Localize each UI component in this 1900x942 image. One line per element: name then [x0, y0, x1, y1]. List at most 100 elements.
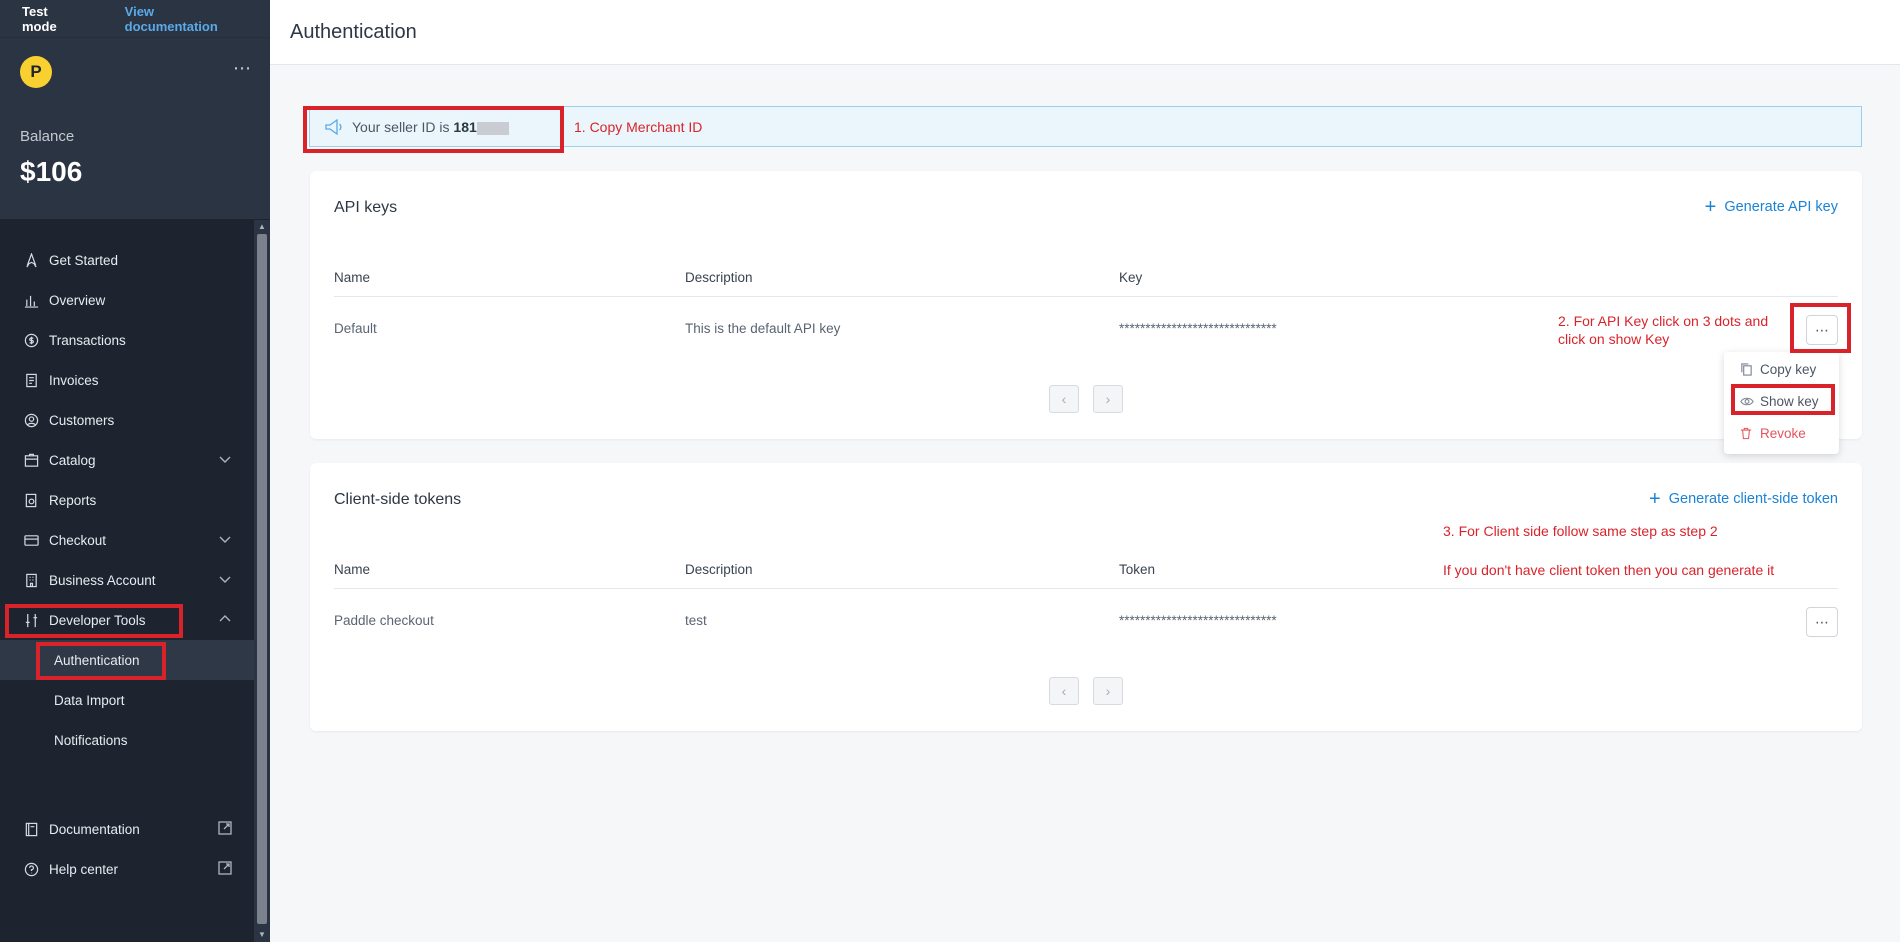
card-icon: [22, 531, 40, 549]
sidebar-item-label: Reports: [49, 492, 97, 508]
sidebar-item-overview[interactable]: Overview: [0, 280, 254, 320]
bar-chart-icon: [22, 291, 40, 309]
sidebar-item-label: Business Account: [49, 572, 156, 588]
menu-item-label: Copy key: [1760, 362, 1817, 377]
sidebar-item-checkout[interactable]: Checkout: [0, 520, 254, 560]
generate-api-key-button[interactable]: + Generate API key: [1705, 197, 1838, 217]
sidebar-item-label: Catalog: [49, 452, 96, 468]
sidebar-item-label: Documentation: [49, 821, 140, 837]
client-tokens-title: Client-side tokens: [334, 491, 462, 508]
client-token-actions-button[interactable]: ⋯: [1806, 607, 1838, 637]
rocket-icon: [22, 251, 40, 269]
annotation-step2-line1: 2. For API Key click on 3 dots and: [1558, 313, 1769, 329]
next-page-button[interactable]: ›: [1093, 385, 1123, 413]
column-header-key: Key: [1119, 270, 1143, 285]
annotation-box-dots: [1790, 303, 1851, 353]
annotation-box-show-key: [1731, 384, 1835, 415]
column-header-description: Description: [685, 562, 753, 577]
balance-label: Balance: [20, 128, 75, 145]
annotation-step3-note: If you don't have client token then you …: [1443, 562, 1775, 578]
column-header-name: Name: [334, 562, 371, 577]
client-token-description: test: [685, 613, 707, 628]
scroll-down-arrow[interactable]: ▼: [257, 930, 267, 940]
external-link-icon: [218, 861, 232, 878]
sidebar-item-catalog[interactable]: Catalog: [0, 440, 254, 480]
table-divider: [334, 588, 1838, 589]
chevron-up-icon: [218, 612, 232, 629]
chevron-down-icon: [218, 572, 232, 589]
sidebar-item-reports[interactable]: Reports: [0, 480, 254, 520]
annotation-box-seller-id: [303, 106, 564, 153]
scroll-up-arrow[interactable]: ▲: [257, 222, 267, 232]
test-mode-label: Test mode: [22, 3, 57, 34]
sidebar-bottom-nav: Documentation Help center: [0, 809, 254, 889]
prev-page-button[interactable]: ‹: [1049, 677, 1079, 705]
plus-icon: +: [1649, 488, 1661, 510]
sidebar-item-label: Data Import: [54, 692, 125, 708]
help-icon: [22, 860, 40, 878]
invoice-icon: [22, 371, 40, 389]
sidebar-item-label: Overview: [49, 292, 106, 308]
sidebar-scrollbar[interactable]: ▲ ▼: [254, 220, 270, 942]
annotation-box-developer-tools: [5, 604, 183, 638]
api-keys-title: API keys: [334, 199, 398, 216]
menu-item-copy-key[interactable]: Copy key: [1740, 362, 1816, 377]
trash-icon: [1740, 427, 1754, 440]
api-keys-card: API keys + Generate API key Name Descrip…: [310, 171, 1862, 439]
external-link-icon: [218, 821, 232, 838]
client-token-name: Paddle checkout: [334, 613, 434, 628]
prev-page-button[interactable]: ‹: [1049, 385, 1079, 413]
sidebar-topbar: Test mode View documentation: [0, 0, 270, 37]
sidebar-item-label: Notifications: [54, 732, 128, 748]
sidebar-subitem-notifications[interactable]: Notifications: [0, 720, 254, 760]
sidebar: Test mode View documentation P ⋯ Balance…: [0, 0, 270, 942]
client-tokens-card: Client-side tokens + Generate client-sid…: [310, 463, 1862, 731]
generate-client-token-label: Generate client-side token: [1668, 491, 1838, 507]
sidebar-subitem-data-import[interactable]: Data Import: [0, 680, 254, 720]
annotation-box-authentication: [36, 642, 166, 680]
api-key-masked: ******************************: [1119, 321, 1277, 336]
annotation-step2-line2: click on show Key: [1558, 331, 1670, 347]
sidebar-item-label: Transactions: [49, 332, 126, 348]
annotation-step1: 1. Copy Merchant ID: [574, 119, 703, 135]
catalog-icon: [22, 451, 40, 469]
column-header-description: Description: [685, 270, 753, 285]
sidebar-item-transactions[interactable]: Transactions: [0, 320, 254, 360]
sidebar-item-documentation[interactable]: Documentation: [0, 809, 254, 849]
generate-api-key-label: Generate API key: [1724, 199, 1838, 215]
sidebar-item-label: Get Started: [49, 252, 119, 268]
annotation-step3: 3. For Client side follow same step as s…: [1443, 523, 1718, 539]
chevron-down-icon: [218, 452, 232, 469]
column-header-name: Name: [334, 270, 371, 285]
book-icon: [22, 820, 40, 838]
dollar-icon: [22, 331, 40, 349]
page-title: Authentication: [290, 21, 417, 43]
sidebar-nav: Get Started Overview Transactions Invoic…: [0, 240, 254, 760]
sidebar-item-customers[interactable]: Customers: [0, 400, 254, 440]
api-key-name: Default: [334, 321, 377, 336]
sidebar-item-label: Invoices: [49, 372, 99, 388]
menu-item-revoke[interactable]: Revoke: [1740, 426, 1806, 441]
more-options-icon[interactable]: ⋯: [233, 58, 252, 79]
sidebar-item-invoices[interactable]: Invoices: [0, 360, 254, 400]
plus-icon: +: [1704, 196, 1717, 218]
paddle-logo[interactable]: P: [20, 56, 52, 88]
balance-value: $106: [20, 156, 83, 187]
column-header-token: Token: [1119, 562, 1156, 577]
sidebar-item-help-center[interactable]: Help center: [0, 849, 254, 889]
sidebar-item-label: Help center: [49, 861, 119, 877]
chevron-down-icon: [218, 532, 232, 549]
copy-icon: [1740, 363, 1754, 376]
building-icon: [22, 571, 40, 589]
table-divider: [334, 296, 1838, 297]
sidebar-item-label: Checkout: [49, 532, 107, 548]
annotation-step2: 2. For API Key click on 3 dots and click…: [1558, 312, 1768, 348]
next-page-button[interactable]: ›: [1093, 677, 1123, 705]
scroll-thumb[interactable]: [257, 234, 267, 924]
sidebar-item-business-account[interactable]: Business Account: [0, 560, 254, 600]
sidebar-item-get-started[interactable]: Get Started: [0, 240, 254, 280]
sidebar-item-label: Customers: [49, 412, 115, 428]
generate-client-token-button[interactable]: + Generate client-side token: [1649, 489, 1838, 509]
menu-item-label: Revoke: [1760, 426, 1806, 441]
view-documentation-link[interactable]: View documentation: [125, 4, 248, 34]
